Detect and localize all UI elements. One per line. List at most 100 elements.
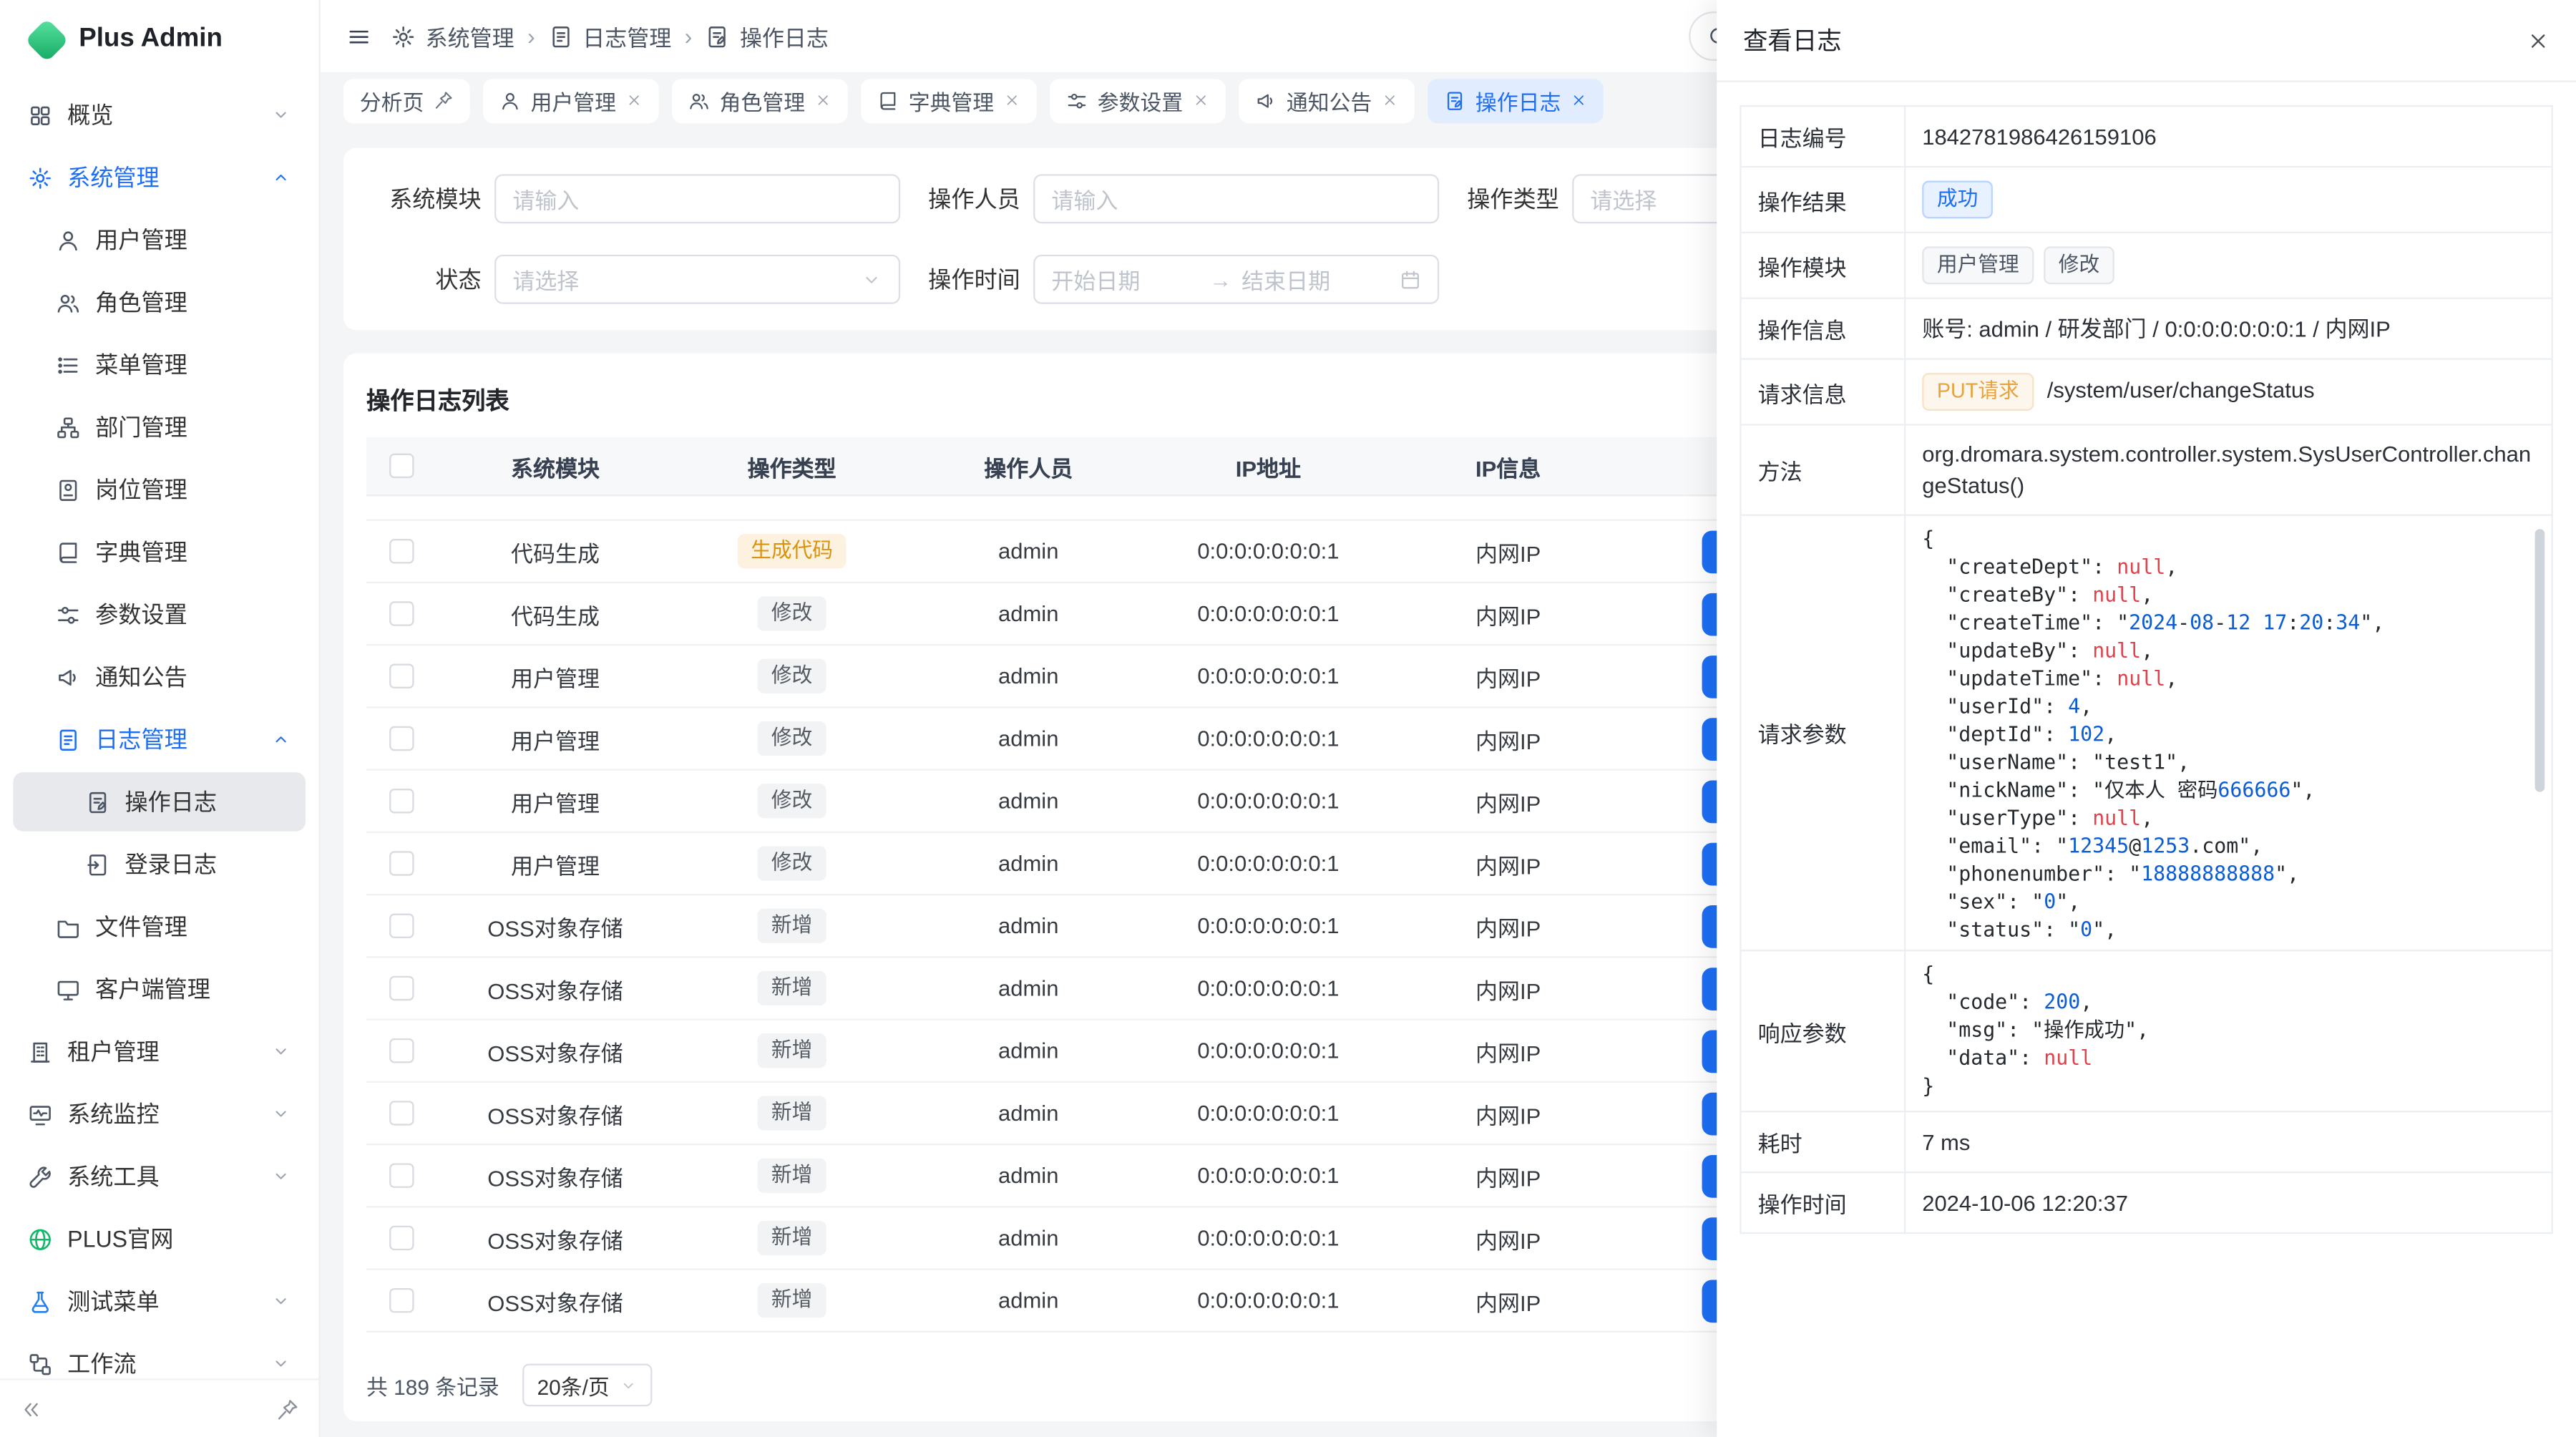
menu-toggle-icon[interactable] — [346, 24, 371, 48]
sidebar-item-8[interactable]: 参数设置 — [13, 585, 306, 644]
row-checkbox[interactable] — [389, 664, 413, 688]
row-checkbox[interactable] — [389, 976, 413, 1000]
log-detail-drawer: 查看日志 日志编号1842781986426159106操作结果成功操作模块用户… — [1717, 0, 2576, 1437]
field-value: { "code": 200, "msg": "操作成功", "data": nu… — [1905, 950, 2552, 1111]
scrollbar-thumb[interactable] — [2535, 529, 2545, 791]
filter-field-0: 系统模块请输入 — [366, 174, 905, 223]
filter-daterange-4[interactable]: 开始日期→结束日期 — [1033, 255, 1439, 304]
field-label: 耗时 — [1741, 1111, 1906, 1172]
cell-ip-info: 内网IP — [1388, 535, 1628, 568]
filter-input-1[interactable]: 请输入 — [1033, 174, 1439, 223]
sidebar-item-2[interactable]: 用户管理 — [13, 210, 306, 270]
cell-ip: 0:0:0:0:0:0:0:1 — [1148, 1288, 1388, 1312]
sidebar-item-13[interactable]: 文件管理 — [13, 897, 306, 957]
param-icon — [56, 602, 80, 626]
tab-1[interactable]: 用户管理 — [483, 78, 659, 122]
sidebar-item-18[interactable]: PLUS官网 — [13, 1209, 306, 1269]
globe-icon — [28, 1227, 52, 1251]
row-checkbox[interactable] — [389, 851, 413, 875]
result-tag: 成功 — [1922, 181, 1993, 219]
collapse-sidebar-icon[interactable] — [20, 1398, 43, 1421]
select-all-checkbox[interactable] — [389, 454, 413, 478]
filter-input-0[interactable]: 请输入 — [494, 174, 900, 223]
sidebar-item-7[interactable]: 字典管理 — [13, 522, 306, 582]
log-details-table: 日志编号1842781986426159106操作结果成功操作模块用户管理修改操… — [1740, 105, 2552, 1234]
breadcrumb-item-1[interactable]: 日志管理 — [548, 20, 671, 53]
cell-ip: 0:0:0:0:0:0:0:1 — [1148, 726, 1388, 751]
pin-sidebar-icon[interactable] — [276, 1398, 299, 1421]
sidebar-item-16[interactable]: 系统监控 — [13, 1084, 306, 1144]
tab-close-icon[interactable] — [1571, 92, 1587, 109]
breadcrumb-item-0[interactable]: 系统管理 — [391, 20, 514, 53]
row-checkbox[interactable] — [389, 1038, 413, 1063]
tab-close-icon[interactable] — [1004, 92, 1020, 109]
sidebar-item-6[interactable]: 岗位管理 — [13, 460, 306, 520]
logo-icon — [25, 17, 69, 62]
range-arrow: → — [1209, 267, 1231, 291]
field-value: 成功 — [1905, 167, 2552, 233]
dict-icon — [56, 540, 80, 564]
app-logo[interactable]: Plus Admin — [0, 0, 318, 79]
tab-close-icon[interactable] — [1193, 92, 1209, 109]
field-value: org.dromara.system.controller.system.Sys… — [1905, 424, 2552, 515]
sidebar-item-17[interactable]: 系统工具 — [13, 1147, 306, 1207]
sidebar-item-20[interactable]: 工作流 — [13, 1334, 306, 1378]
cell-operator: admin — [909, 1038, 1148, 1063]
tab-5[interactable]: 通知公告 — [1239, 78, 1415, 122]
close-icon[interactable] — [2527, 29, 2550, 52]
tab-close-icon[interactable] — [626, 92, 643, 109]
cell-ip: 0:0:0:0:0:0:0:1 — [1148, 1038, 1388, 1063]
tab-6[interactable]: 操作日志 — [1428, 78, 1604, 122]
sidebar-item-9[interactable]: 通知公告 — [13, 648, 306, 707]
role-icon — [56, 290, 80, 314]
cell-operator: admin — [909, 789, 1148, 813]
cell-module: 用户管理 — [435, 847, 675, 880]
breadcrumb-item-2[interactable]: 操作日志 — [706, 20, 829, 53]
drawer-field-5: 方法org.dromara.system.controller.system.S… — [1741, 424, 2552, 515]
cell-module: 用户管理 — [435, 722, 675, 755]
filter-select-3[interactable]: 请选择 — [494, 255, 900, 304]
notice-icon — [1255, 89, 1277, 111]
sidebar-item-1[interactable]: 系统管理 — [13, 148, 306, 208]
sidebar-item-4[interactable]: 菜单管理 — [13, 335, 306, 394]
operation-type-badge: 新增 — [758, 1283, 826, 1317]
row-checkbox[interactable] — [389, 1226, 413, 1250]
tab-close-icon[interactable] — [1382, 92, 1398, 109]
tab-label: 分析页 — [360, 84, 424, 116]
cell-ip: 0:0:0:0:0:0:0:1 — [1148, 664, 1388, 688]
row-checkbox[interactable] — [389, 1101, 413, 1125]
row-checkbox[interactable] — [389, 914, 413, 938]
sidebar-item-14[interactable]: 客户端管理 — [13, 960, 306, 1019]
tab-3[interactable]: 字典管理 — [861, 78, 1037, 122]
cell-ip: 0:0:0:0:0:0:0:1 — [1148, 976, 1388, 1000]
row-checkbox[interactable] — [389, 789, 413, 813]
sidebar-item-15[interactable]: 租户管理 — [13, 1022, 306, 1081]
field-label: 方法 — [1741, 424, 1906, 515]
pin-icon[interactable] — [434, 90, 454, 110]
row-checkbox[interactable] — [389, 726, 413, 751]
sidebar-item-3[interactable]: 角色管理 — [13, 273, 306, 332]
sidebar-item-12[interactable]: 登录日志 — [13, 834, 306, 894]
dict-icon — [877, 89, 899, 111]
row-checkbox[interactable] — [389, 1163, 413, 1187]
sidebar-item-11[interactable]: 操作日志 — [13, 772, 306, 832]
row-checkbox[interactable] — [389, 601, 413, 625]
app-title: Plus Admin — [79, 24, 223, 54]
tab-0[interactable]: 分析页 — [343, 78, 470, 122]
row-checkbox[interactable] — [389, 1288, 413, 1312]
tab-2[interactable]: 角色管理 — [672, 78, 848, 122]
sidebar-item-0[interactable]: 概览 — [13, 85, 306, 145]
row-checkbox[interactable] — [389, 539, 413, 563]
field-label: 操作信息 — [1741, 298, 1906, 359]
tab-label: 参数设置 — [1098, 84, 1183, 116]
field-label: 操作结果 — [1741, 167, 1906, 233]
tab-close-icon[interactable] — [815, 92, 831, 109]
sidebar-item-19[interactable]: 测试菜单 — [13, 1272, 306, 1331]
sidebar-item-label: 操作日志 — [125, 785, 291, 818]
dept-icon — [56, 415, 80, 439]
page-size-select[interactable]: 20条/页 — [522, 1364, 653, 1407]
sidebar-item-5[interactable]: 部门管理 — [13, 398, 306, 457]
json-code-block[interactable]: { "createDept": null, "createBy": null, … — [1922, 526, 2545, 940]
tab-4[interactable]: 参数设置 — [1050, 78, 1226, 122]
sidebar-item-10[interactable]: 日志管理 — [13, 710, 306, 769]
